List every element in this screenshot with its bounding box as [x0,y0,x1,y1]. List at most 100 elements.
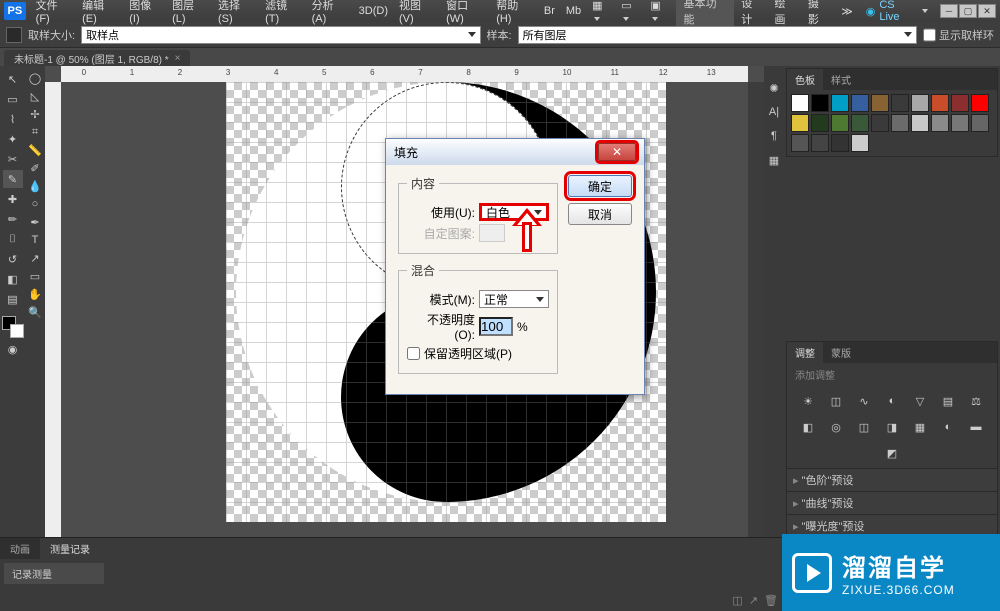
brush-tool[interactable]: ✏ [3,210,23,228]
type-tool[interactable]: T [27,232,43,248]
cslive-button[interactable]: ◉CS Live [860,0,934,23]
swatch[interactable] [971,114,989,132]
history-item[interactable]: 记录测量 [4,563,104,584]
preset-curves[interactable]: "曲线"预设 [787,491,997,514]
marquee2-tool[interactable]: ◯ [27,70,43,86]
vibrance-icon[interactable]: ▽ [910,392,930,410]
shape-tool[interactable]: ▭ [27,268,43,284]
screen-icon[interactable]: ▣ [645,0,673,24]
swatch[interactable] [811,94,829,112]
swatch[interactable] [871,94,889,112]
menu-view[interactable]: 视图(V) [394,0,440,25]
stamp-tool[interactable]: ⌷ [3,230,23,248]
scrollbar-vertical[interactable] [748,82,764,595]
swatch[interactable] [971,94,989,112]
workspace-design[interactable]: 设计 [736,0,767,27]
bridge-icon[interactable]: Br [539,5,560,17]
zoom-tool[interactable]: 🔍 [27,304,43,320]
char-panel-icon[interactable]: A| [766,104,782,120]
nav-panel-icon[interactable]: ▦ [766,152,782,168]
sample-select[interactable]: 所有图层 [518,26,917,44]
lasso-tool[interactable]: ⌇ [3,110,23,128]
menu-edit[interactable]: 编辑(E) [77,0,123,25]
gradient-tool[interactable]: ▤ [3,290,23,308]
poster-icon[interactable]: ▦ [910,418,930,436]
history-brush-tool[interactable]: ↺ [3,250,23,268]
menu-filter[interactable]: 滤镜(T) [260,0,305,25]
invert-icon[interactable]: ◨ [882,418,902,436]
menu-window[interactable]: 窗口(W) [441,0,490,25]
viewgrid-icon[interactable]: ▦ [587,0,615,24]
pencil-tool[interactable]: ✐ [27,160,43,176]
brightness-icon[interactable]: ☀ [798,392,818,410]
heal-tool[interactable]: ✚ [3,190,23,208]
selective-icon[interactable]: ◩ [882,444,902,462]
swatch[interactable] [931,114,949,132]
swatch[interactable] [911,94,929,112]
path-tool[interactable]: ↗ [27,250,43,266]
swatch[interactable] [931,94,949,112]
eyedropper-icon[interactable] [6,27,22,43]
color-swatch[interactable] [2,316,24,338]
preset-levels[interactable]: "色阶"预设 [787,468,997,491]
dodge-tool[interactable]: ○ [27,196,43,212]
swatch[interactable] [891,94,909,112]
gradient-map-icon[interactable]: ▬ [966,418,986,436]
hand-tool[interactable]: ✋ [27,286,43,302]
ruler-tool[interactable]: 📏 [27,142,43,158]
close-icon[interactable]: ✕ [978,4,996,18]
hist-delete-icon[interactable]: 🗑 [764,594,778,607]
dialog-close-button[interactable]: ✕ [598,143,636,161]
marquee-tool[interactable]: ▭ [3,90,23,108]
adjust-tab[interactable]: 调整 [787,342,823,363]
dialog-titlebar[interactable]: 填充 ✕ [386,139,644,165]
measure-tab[interactable]: 测量记录 [40,538,100,559]
swatch[interactable] [831,114,849,132]
doc-tab[interactable]: 未标题-1 @ 50% (图层 1, RGB/8) *× [4,50,190,66]
workspace-more[interactable]: ≫ [836,5,858,18]
close-tab-icon[interactable]: × [175,53,181,64]
swatch[interactable] [811,134,829,152]
swatch[interactable] [951,94,969,112]
min-icon[interactable]: ─ [940,4,958,18]
history-panel-icon[interactable]: ✺ [766,80,782,96]
swatch-grid[interactable] [787,90,997,156]
move-tool[interactable]: ↖ [3,70,23,88]
menu-file[interactable]: 文件(F) [31,0,76,25]
swatch[interactable] [791,94,809,112]
mask-tab[interactable]: 蒙版 [823,342,859,363]
menu-select[interactable]: 选择(S) [213,0,259,25]
viewzoom-icon[interactable]: ▭ [616,0,644,24]
poly-tool[interactable]: ◺ [27,88,43,104]
bw-icon[interactable]: ◧ [798,418,818,436]
anim-tab[interactable]: 动画 [0,538,40,559]
swatch[interactable] [851,134,869,152]
wand-tool[interactable]: ✦ [3,130,23,148]
minibr-icon[interactable]: Mb [561,5,586,17]
eyedropper-tool[interactable]: ✎ [3,170,23,188]
cancel-button[interactable]: 取消 [568,203,632,225]
swatch[interactable] [831,94,849,112]
eraser-tool[interactable]: ◧ [3,270,23,288]
hue-icon[interactable]: ▤ [938,392,958,410]
swatch[interactable] [851,94,869,112]
show-ring-checkbox[interactable] [923,27,936,43]
swatch[interactable] [891,114,909,132]
swatch[interactable] [851,114,869,132]
menu-help[interactable]: 帮助(H) [491,0,538,25]
blur-tool[interactable]: 💧 [27,178,43,194]
swatch[interactable] [811,114,829,132]
mode-select[interactable]: 正常 [479,290,549,308]
swatches-tab[interactable]: 色板 [787,69,823,90]
exposure-icon[interactable]: ◐ [882,392,902,410]
crop-tool[interactable]: ✂ [3,150,23,168]
styles-tab[interactable]: 样式 [823,69,859,90]
bg-color[interactable] [10,324,24,338]
mixer-icon[interactable]: ◫ [854,418,874,436]
swatch[interactable] [791,114,809,132]
menu-3d[interactable]: 3D(D) [354,5,393,17]
hist-export-icon[interactable]: ↗ [749,594,758,607]
preserve-checkbox[interactable] [407,347,420,360]
opacity-input[interactable] [479,317,513,336]
curves-icon[interactable]: ∿ [854,392,874,410]
